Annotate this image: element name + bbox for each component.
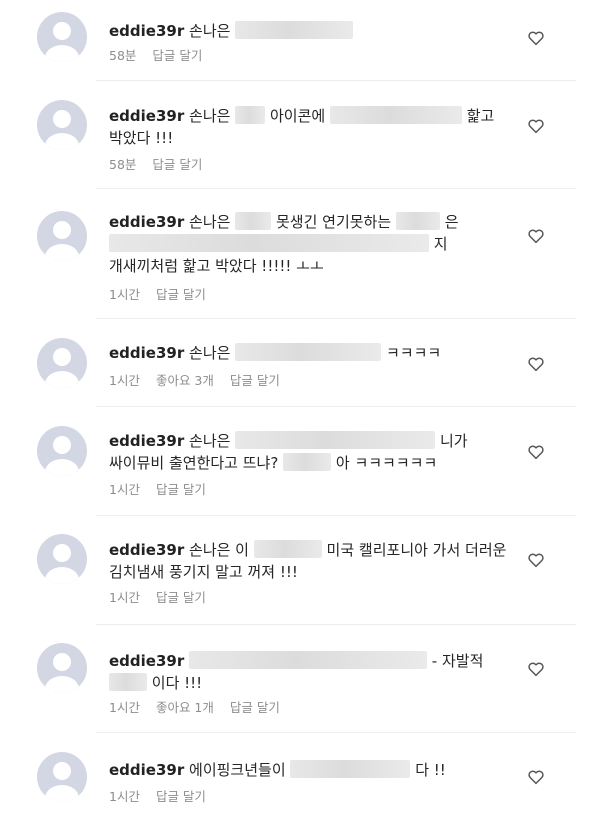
comment-meta: 58분 답글 달기	[109, 154, 202, 173]
comment-time: 58분	[109, 48, 137, 63]
comment-meta: 1시간 좋아요 1개 답글 달기	[109, 697, 280, 716]
like-heart-icon[interactable]	[527, 117, 545, 135]
redacted-blur	[395, 212, 440, 230]
reply-button[interactable]: 답글 달기	[156, 786, 206, 805]
like-heart-icon[interactable]	[527, 443, 545, 461]
divider	[96, 406, 576, 407]
default-profile-icon	[45, 110, 79, 150]
avatar[interactable]	[37, 643, 87, 693]
default-profile-icon	[45, 221, 79, 261]
like-heart-icon[interactable]	[527, 768, 545, 786]
redacted-blur	[109, 234, 429, 252]
username[interactable]: eddie39r	[109, 432, 184, 450]
comment-meta: 1시간 답글 달기	[109, 786, 206, 805]
comment-meta: 1시간 답글 달기	[109, 284, 206, 303]
avatar[interactable]	[37, 534, 87, 584]
username[interactable]: eddie39r	[109, 652, 184, 670]
reply-button[interactable]: 답글 달기	[156, 587, 206, 606]
reply-button[interactable]: 답글 달기	[156, 284, 206, 303]
redacted-blur	[235, 21, 354, 39]
avatar[interactable]	[37, 12, 87, 62]
redacted-blur	[109, 673, 147, 691]
redacted-blur	[235, 212, 272, 230]
like-count[interactable]: 좋아요 3개	[156, 370, 214, 389]
comment-meta: 1시간 답글 달기	[109, 587, 206, 606]
comment-time: 1시간	[109, 373, 140, 388]
redacted-blur	[235, 343, 382, 361]
redacted-blur	[253, 540, 322, 558]
redacted-blur	[235, 106, 266, 124]
default-profile-icon	[45, 544, 79, 584]
like-heart-icon[interactable]	[527, 355, 545, 373]
like-heart-icon[interactable]	[527, 227, 545, 245]
divider	[96, 318, 576, 319]
comment-text: eddie39r 손나은 ㅋㅋㅋㅋ	[109, 343, 442, 362]
avatar[interactable]	[37, 211, 87, 261]
comment-text: eddie39r 손나은 니가 싸이뮤비 출연한다고 뜨냐? 아 ㅋㅋㅋㅋㅋㅋ	[109, 431, 468, 472]
username[interactable]: eddie39r	[109, 344, 184, 362]
username[interactable]: eddie39r	[109, 541, 184, 559]
divider	[96, 188, 576, 189]
divider	[96, 515, 576, 516]
comment-meta: 1시간 답글 달기	[109, 479, 206, 498]
reply-button[interactable]: 답글 달기	[152, 154, 202, 173]
like-heart-icon[interactable]	[527, 660, 545, 678]
comment-time: 1시간	[109, 789, 140, 804]
reply-button[interactable]: 답글 달기	[230, 697, 280, 716]
comment-text: eddie39r 손나은	[109, 20, 509, 42]
reply-button[interactable]: 답글 달기	[152, 45, 202, 64]
comment-text: eddie39r 손나은 못생긴 연기못하는 은 지 개새끼처럼 핥고 박았다 …	[109, 212, 459, 275]
comment-time: 1시간	[109, 287, 140, 302]
avatar[interactable]	[37, 426, 87, 476]
redacted-blur	[189, 651, 428, 669]
like-count[interactable]: 좋아요 1개	[156, 697, 214, 716]
default-profile-icon	[45, 653, 79, 693]
avatar[interactable]	[37, 752, 87, 802]
comment-time: 1시간	[109, 482, 140, 497]
username[interactable]: eddie39r	[109, 213, 184, 231]
comment-list: eddie39r 손나은 58분 답글 달기 eddie39r 손나은 아이콘에…	[0, 0, 600, 819]
avatar[interactable]	[37, 338, 87, 388]
reply-button[interactable]: 답글 달기	[230, 370, 280, 389]
divider	[96, 80, 576, 81]
comment-text: eddie39r - 자발적 이다 !!!	[109, 651, 484, 692]
default-profile-icon	[45, 348, 79, 388]
like-heart-icon[interactable]	[527, 29, 545, 47]
comment-meta: 1시간 좋아요 3개 답글 달기	[109, 370, 280, 389]
avatar[interactable]	[37, 100, 87, 150]
username[interactable]: eddie39r	[109, 107, 184, 125]
comment-time: 1시간	[109, 700, 140, 715]
redacted-blur	[235, 431, 436, 449]
default-profile-icon	[45, 22, 79, 62]
redacted-blur	[290, 760, 411, 778]
comment-meta: 58분 답글 달기	[109, 45, 202, 64]
comment-time: 58분	[109, 157, 137, 172]
comment-text: eddie39r 손나은 아이콘에 핥고 박았다 !!!	[109, 106, 495, 147]
default-profile-icon	[45, 762, 79, 802]
comment-text: eddie39r 에이핑크년들이 다 !!	[109, 760, 446, 779]
divider	[96, 732, 576, 733]
like-heart-icon[interactable]	[527, 551, 545, 569]
divider	[96, 624, 576, 625]
username[interactable]: eddie39r	[109, 761, 184, 779]
redacted-blur	[329, 106, 462, 124]
reply-button[interactable]: 답글 달기	[156, 479, 206, 498]
comment-time: 1시간	[109, 590, 140, 605]
redacted-blur	[283, 453, 332, 471]
default-profile-icon	[45, 436, 79, 476]
username[interactable]: eddie39r	[109, 22, 184, 40]
comment-text: eddie39r 손나은 이 미국 캘리포니아 가서 더러운 김치냄새 풍기지 …	[109, 540, 507, 581]
